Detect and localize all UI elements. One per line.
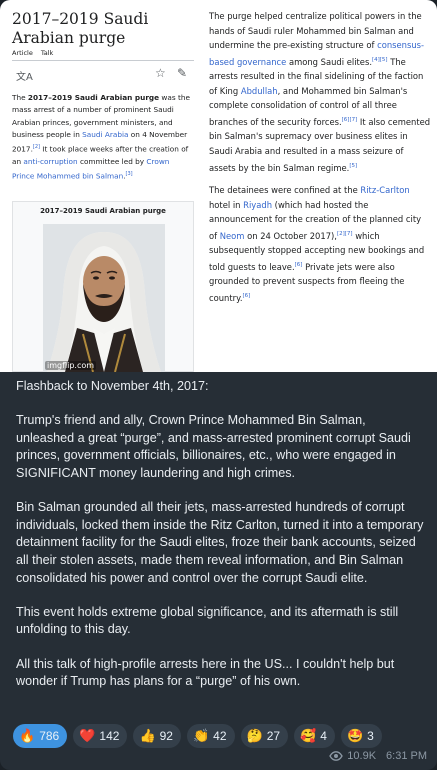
post-meta: 10.9K 6:31 PM [329, 750, 427, 762]
thumbs-up-icon: 👍 [139, 728, 156, 744]
post-time: 6:31 PM [386, 750, 427, 762]
smiling-hearts-icon: 🥰 [300, 728, 317, 744]
portrait-photo: imgflip.com [43, 224, 165, 372]
reactions-bar: 🔥 786 ❤️ 142 👍 92 👏 42 🤔 27 🥰 4 🤩 3 [13, 724, 382, 748]
tab-talk: Talk [40, 49, 54, 57]
wiki-mobile-pane: 2017–2019 Saudi Arabian purge Article Tal… [0, 0, 200, 372]
wiki-tabs: Article Talk [12, 49, 61, 57]
reaction-thumbs-up[interactable]: 👍 92 [133, 724, 181, 748]
reaction-count: 27 [266, 729, 281, 743]
star-struck-icon: 🤩 [346, 728, 364, 744]
reaction-clap[interactable]: 👏 42 [186, 724, 235, 748]
eye-icon [329, 751, 344, 761]
message-paragraph: All this talk of high-profile arrests he… [16, 656, 395, 689]
reaction-count: 42 [213, 729, 227, 743]
article-paragraph: The detainees were confined at the Ritz-… [209, 184, 425, 303]
reaction-thinking[interactable]: 🤔 27 [240, 724, 289, 748]
article-paragraph: The purge helped centralize political po… [209, 11, 431, 173]
wiki-article-pane: The purge helped centralize political po… [209, 9, 431, 313]
post-image[interactable]: 2017–2019 Saudi Arabian purge Article Tal… [0, 0, 437, 372]
channel-post: 2017–2019 Saudi Arabian purge Article Tal… [0, 0, 437, 770]
reaction-heart[interactable]: ❤️ 142 [73, 724, 128, 748]
star-icon: ☆ [155, 66, 166, 80]
reaction-count: 3 [367, 729, 374, 743]
translate-icon: 文A [16, 72, 33, 83]
lead-paragraph: The 2017–2019 Saudi Arabian purge was th… [12, 93, 190, 181]
tab-divider [12, 60, 194, 61]
fire-icon: 🔥 [19, 728, 36, 744]
tab-article: Article [12, 49, 33, 57]
reaction-count: 786 [39, 729, 60, 743]
message-text: Flashback to November 4th, 2017: Trump's… [16, 378, 426, 707]
reaction-smiling-hearts[interactable]: 🥰 4 [294, 724, 335, 748]
message-paragraph: This event holds extreme global signific… [16, 604, 399, 637]
reaction-star-struck[interactable]: 🤩 3 [340, 724, 382, 748]
thinking-face-icon: 🤔 [246, 728, 263, 744]
imgflip-watermark: imgflip.com [45, 361, 97, 370]
heart-icon: ❤️ [79, 728, 96, 744]
message-paragraph: Bin Salman grounded all their jets, mass… [16, 500, 424, 585]
reaction-fire[interactable]: 🔥 786 [13, 724, 68, 748]
infobox-caption: 2017–2019 Saudi Arabian purge [40, 207, 166, 215]
reaction-count: 92 [159, 729, 173, 743]
page-title: 2017–2019 Saudi Arabian purge [12, 10, 149, 47]
pencil-icon: ✎ [177, 66, 188, 80]
infobox: 2017–2019 Saudi Arabian purge imgflip.co… [12, 201, 194, 372]
reaction-count: 4 [320, 729, 327, 743]
reaction-count: 142 [99, 729, 120, 743]
message-paragraph: Flashback to November 4th, 2017: [16, 379, 209, 393]
clap-icon: 👏 [192, 728, 210, 744]
view-count: 10.9K [347, 750, 377, 762]
message-paragraph: Trump's friend and ally, Crown Prince Mo… [16, 413, 411, 480]
